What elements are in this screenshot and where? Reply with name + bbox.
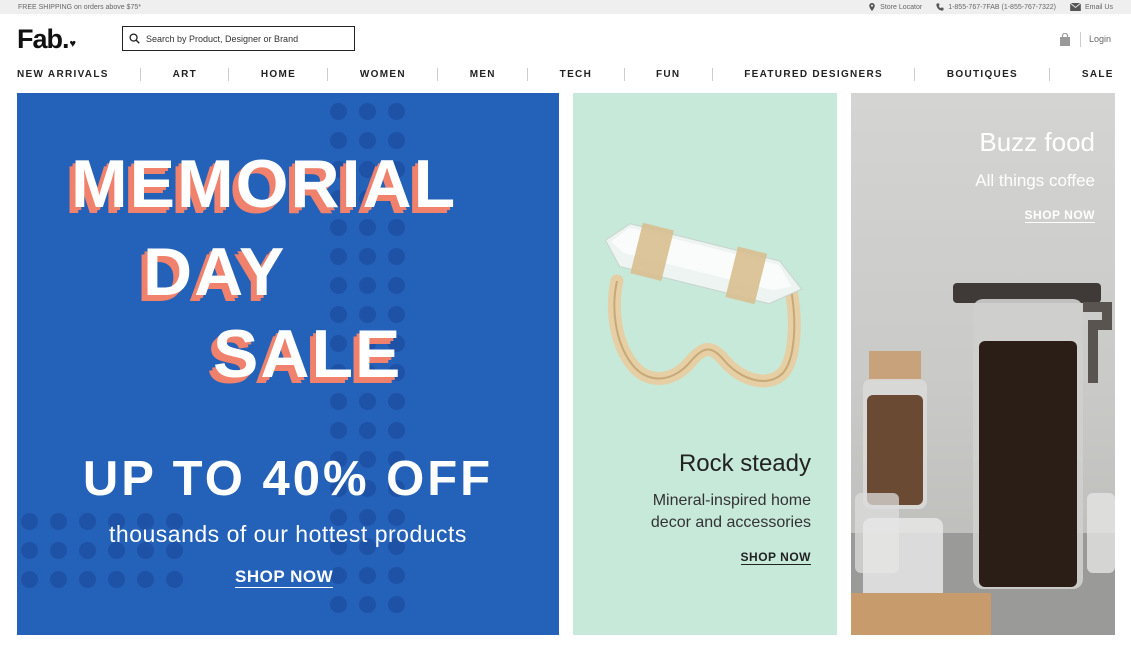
decorative-dot (50, 571, 67, 588)
email-link[interactable]: Email Us (1069, 3, 1113, 11)
nav-item-fun[interactable]: FUN (656, 69, 680, 80)
buzz-food-title: Buzz food (979, 127, 1095, 157)
nav-item-tech[interactable]: TECH (560, 69, 592, 80)
nav-divider (527, 67, 529, 81)
nav-divider (437, 67, 439, 81)
hero-title-line-1: MEMORIAL (71, 146, 458, 222)
rock-steady-line-1: Mineral-inspired home (652, 492, 811, 509)
nav-item-sale[interactable]: SALE (1082, 69, 1114, 80)
envelope-icon (1069, 3, 1081, 11)
buzz-food-shop-now-link[interactable]: SHOP NOW (1024, 208, 1095, 223)
decorative-dot (21, 571, 38, 588)
header-divider (1080, 32, 1081, 47)
nav-divider (327, 67, 329, 81)
crystal-bangle-image (604, 222, 803, 388)
decorative-dot (388, 103, 405, 120)
decorative-dot (388, 422, 405, 439)
hero-title-line-2: DAY (143, 234, 287, 310)
decorative-dot (359, 422, 376, 439)
hero-offer: UP TO 40% OFF (82, 452, 494, 506)
decorative-dot (359, 103, 376, 120)
decorative-dot (330, 103, 347, 120)
top-utility-bar: FREE SHIPPING on orders above $75* Store… (0, 0, 1131, 14)
decorative-dot (359, 596, 376, 613)
decorative-dot (330, 422, 347, 439)
rock-steady-title: Rock steady (678, 450, 811, 477)
nav-item-art[interactable]: ART (173, 69, 197, 80)
decorative-dot (359, 248, 376, 265)
decorative-dot (166, 571, 183, 588)
fab-logo[interactable]: Fab. ♥ (17, 24, 76, 55)
decorative-dot (137, 571, 154, 588)
site-header: Fab. ♥ Login (0, 14, 1131, 58)
email-label: Email Us (1084, 3, 1113, 11)
rock-steady-line-2: decor and accessories (650, 514, 811, 531)
phone-number: 1-855-767-7FAB (1-855-767-7322) (948, 3, 1056, 11)
decorative-dot (108, 571, 125, 588)
buzz-food-promo[interactable]: Buzz food All things coffee SHOP NOW (851, 93, 1115, 635)
search-icon (129, 33, 140, 44)
heart-icon: ♥ (69, 38, 76, 50)
hero-shop-now-link[interactable]: SHOP NOW (235, 567, 334, 588)
decorative-dot (359, 393, 376, 410)
nav-item-women[interactable]: WOMEN (360, 69, 406, 80)
nav-item-featured-designers[interactable]: FEATURED DESIGNERS (744, 69, 883, 80)
login-link[interactable]: Login (1089, 34, 1111, 44)
nav-divider (711, 67, 713, 81)
decorative-dot (330, 248, 347, 265)
nav-divider (623, 67, 625, 81)
nav-divider (228, 67, 230, 81)
utility-links: Store Locator 1-855-767-7FAB (1-855-767-… (868, 3, 1113, 11)
rock-steady-shop-now-link[interactable]: SHOP NOW (740, 550, 811, 565)
decorative-dot (388, 596, 405, 613)
decorative-dot (330, 277, 347, 294)
search-box[interactable] (122, 26, 355, 51)
decorative-dot (330, 393, 347, 410)
hero-title-line-3: SALE (213, 316, 403, 392)
store-locator-link[interactable]: Store Locator (868, 3, 922, 11)
nav-item-men[interactable]: MEN (470, 69, 496, 80)
shopping-bag-icon[interactable] (1059, 33, 1071, 46)
rock-steady-promo[interactable]: Rock steady Mineral-inspired home decor … (573, 93, 837, 635)
nav-divider (914, 67, 916, 81)
nav-item-boutiques[interactable]: BOUTIQUES (947, 69, 1018, 80)
nav-divider (140, 67, 142, 81)
search-input[interactable] (146, 33, 346, 44)
location-pin-icon (869, 3, 875, 11)
nav-item-home[interactable]: HOME (261, 69, 296, 80)
phone-icon (936, 3, 944, 11)
nav-item-new-arrivals[interactable]: NEW ARRIVALS (17, 69, 109, 80)
nav-divider (1049, 67, 1051, 81)
logo-text: Fab. (17, 24, 70, 54)
decorative-dot (388, 393, 405, 410)
decorative-dot (330, 596, 347, 613)
free-shipping-notice: FREE SHIPPING on orders above $75* (18, 3, 141, 11)
decorative-dot (359, 277, 376, 294)
hero-subtitle: thousands of our hottest products (109, 521, 467, 547)
memorial-day-sale-banner[interactable]: MEMORIAL DAY SALE UP TO 40% OFF thousand… (17, 93, 559, 635)
phone-link[interactable]: 1-855-767-7FAB (1-855-767-7322) (936, 3, 1056, 11)
decorative-dot (388, 567, 405, 584)
decorative-dot (388, 277, 405, 294)
main-navigation: NEW ARRIVALS ART HOME WOMEN MEN TECH FUN… (0, 58, 1131, 90)
decorative-dot (359, 567, 376, 584)
buzz-food-subtitle: All things coffee (975, 171, 1095, 190)
store-locator-label: Store Locator (880, 3, 923, 11)
decorative-dot (79, 571, 96, 588)
decorative-dot (388, 248, 405, 265)
